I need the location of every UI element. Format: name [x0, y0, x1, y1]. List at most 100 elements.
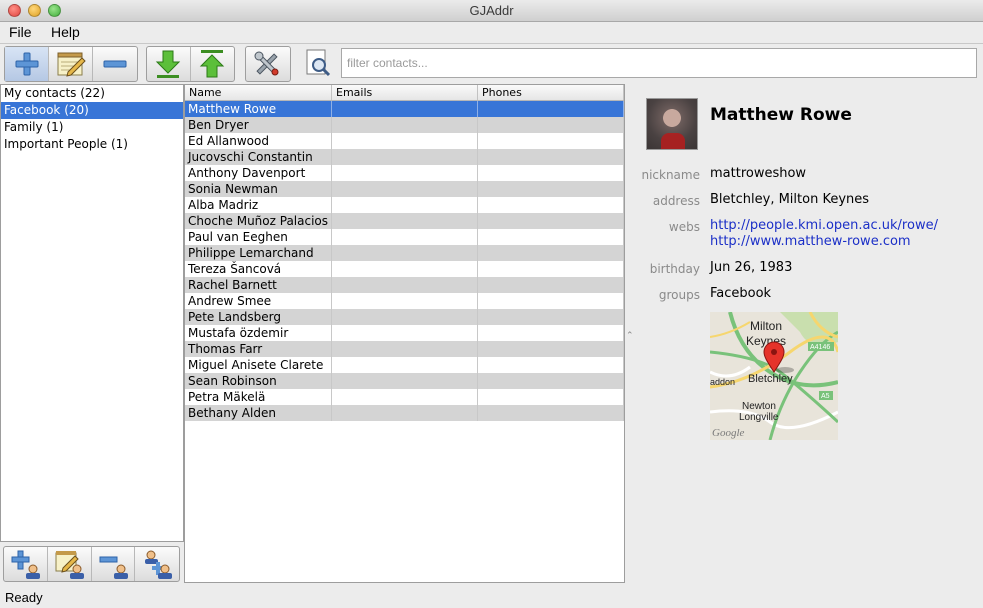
name-cell: [185, 469, 332, 485]
table-row[interactable]: Jucovschi Constantin: [185, 149, 624, 165]
add-contact-button[interactable]: [5, 47, 49, 81]
name-cell: Matthew Rowe: [185, 101, 332, 117]
table-header: Name Emails Phones: [185, 85, 624, 101]
empty-table-row: [185, 501, 624, 517]
table-row[interactable]: Tereza Šancová: [185, 261, 624, 277]
table-row[interactable]: Ben Dryer: [185, 117, 624, 133]
emails-cell: [332, 469, 478, 485]
add-group-icon: [11, 550, 41, 579]
add-group-button[interactable]: [4, 547, 48, 581]
table-row[interactable]: Philippe Lemarchand: [185, 245, 624, 261]
webs-label: webs: [668, 220, 700, 234]
name-cell: Jucovschi Constantin: [185, 149, 332, 165]
column-header-name[interactable]: Name: [185, 85, 332, 100]
name-cell: [185, 501, 332, 517]
empty-table-row: [185, 549, 624, 565]
table-row[interactable]: Rachel Barnett: [185, 277, 624, 293]
name-cell: [185, 549, 332, 565]
name-cell: Paul van Eeghen: [185, 229, 332, 245]
preferences-button[interactable]: [246, 47, 288, 81]
window-title: GJAddr: [469, 3, 514, 18]
emails-cell: [332, 261, 478, 277]
table-row[interactable]: Thomas Farr: [185, 341, 624, 357]
table-row[interactable]: Paul van Eeghen: [185, 229, 624, 245]
remove-contact-button[interactable]: [93, 47, 137, 81]
groups-list: My contacts (22) Facebook (20) Family (1…: [0, 84, 184, 542]
emails-cell: [332, 181, 478, 197]
name-cell: Petra Mäkelä: [185, 389, 332, 405]
table-row[interactable]: Andrew Smee: [185, 293, 624, 309]
table-row[interactable]: Miguel Anisete Clarete: [185, 357, 624, 373]
search-icon-holder: [303, 48, 333, 78]
menu-divider: [0, 43, 983, 44]
edit-contact-icon: [57, 52, 86, 77]
export-icon: [200, 50, 225, 78]
column-header-phones[interactable]: Phones: [478, 85, 624, 100]
groups-label: groups: [658, 288, 700, 302]
phones-cell: [478, 549, 624, 565]
table-row[interactable]: Choche Muñoz Palacios: [185, 213, 624, 229]
phones-cell: [478, 533, 624, 549]
location-map[interactable]: A4146 A5 Milton Keynes Bletchley addon N…: [710, 312, 838, 440]
export-button[interactable]: [191, 47, 235, 81]
merge-groups-button[interactable]: [135, 547, 179, 581]
name-cell: [185, 485, 332, 501]
table-row[interactable]: Anthony Davenport: [185, 165, 624, 181]
name-cell: Choche Muñoz Palacios: [185, 213, 332, 229]
remove-group-button[interactable]: [92, 547, 136, 581]
edit-contact-button[interactable]: [49, 47, 93, 81]
column-header-emails[interactable]: Emails: [332, 85, 478, 100]
menu-help[interactable]: Help: [51, 24, 80, 40]
group-item-family[interactable]: Family (1): [1, 119, 183, 136]
table-row[interactable]: Bethany Alden: [185, 405, 624, 421]
zoom-window-button[interactable]: [48, 4, 61, 17]
table-row[interactable]: Sonia Newman: [185, 181, 624, 197]
name-cell: Ben Dryer: [185, 117, 332, 133]
search-icon: [306, 49, 331, 77]
emails-cell: [332, 373, 478, 389]
name-cell: [185, 421, 332, 437]
map-label-a5: A5: [821, 393, 830, 400]
menu-file[interactable]: File: [9, 24, 32, 40]
table-row[interactable]: Alba Madriz: [185, 197, 624, 213]
emails-cell: [332, 325, 478, 341]
filter-contacts-input[interactable]: [341, 48, 977, 78]
menu-bar: File Help: [0, 23, 983, 43]
group-item-important-people[interactable]: Important People (1): [1, 136, 183, 153]
name-cell: Alba Madriz: [185, 197, 332, 213]
close-window-button[interactable]: [8, 4, 21, 17]
table-row[interactable]: Mustafa özdemir: [185, 325, 624, 341]
name-cell: Pete Landsberg: [185, 309, 332, 325]
address-value: Bletchley, Milton Keynes: [710, 192, 870, 207]
name-cell: Tereza Šancová: [185, 261, 332, 277]
edit-group-button[interactable]: [48, 547, 92, 581]
group-item-my-contacts[interactable]: My contacts (22): [1, 85, 183, 102]
nickname-label: nickname: [641, 168, 700, 182]
phones-cell: [478, 341, 624, 357]
name-cell: [185, 437, 332, 453]
phones-cell: [478, 565, 624, 581]
avatar: [646, 98, 698, 150]
minimize-window-button[interactable]: [28, 4, 41, 17]
table-row[interactable]: Petra Mäkelä: [185, 389, 624, 405]
table-row[interactable]: Pete Landsberg: [185, 309, 624, 325]
group-item-facebook[interactable]: Facebook (20): [1, 102, 183, 119]
nickname-value: mattroweshow: [710, 166, 807, 181]
phones-cell: [478, 181, 624, 197]
web-link-1[interactable]: http://people.kmi.open.ac.uk/rowe/: [710, 218, 938, 233]
phones-cell: [478, 165, 624, 181]
phones-cell: [478, 485, 624, 501]
name-cell: Rachel Barnett: [185, 277, 332, 293]
add-contact-icon: [15, 52, 38, 76]
emails-cell: [332, 197, 478, 213]
name-cell: [185, 565, 332, 581]
emails-cell: [332, 101, 478, 117]
emails-cell: [332, 229, 478, 245]
import-button[interactable]: [147, 47, 191, 81]
table-row[interactable]: Matthew Rowe: [185, 101, 624, 117]
groups-value: Facebook: [710, 286, 772, 301]
table-row[interactable]: Ed Allanwood: [185, 133, 624, 149]
web-link-2[interactable]: http://www.matthew-rowe.com: [710, 234, 911, 249]
name-cell: Philippe Lemarchand: [185, 245, 332, 261]
table-row[interactable]: Sean Robinson: [185, 373, 624, 389]
